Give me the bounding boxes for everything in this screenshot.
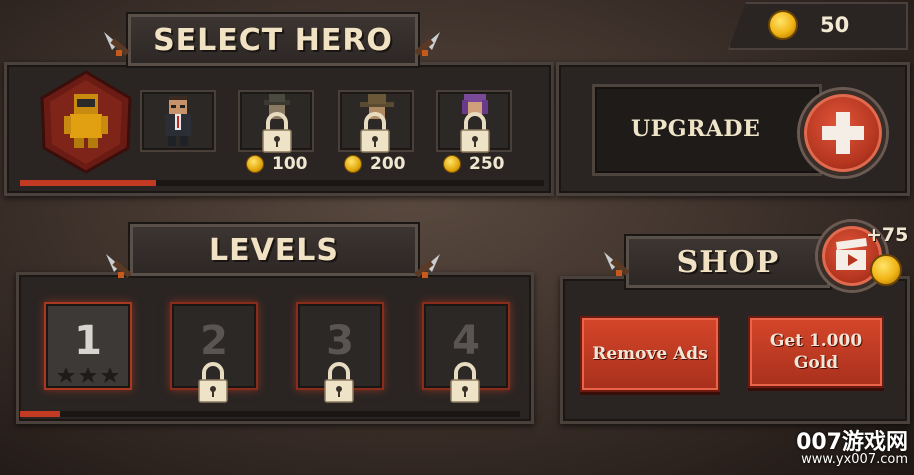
watermark-url: www.yx007.com: [801, 452, 908, 467]
lock-icon: [324, 362, 354, 403]
gold-amount: 50: [820, 13, 850, 37]
hero-price-250: 250: [443, 154, 505, 174]
level-1-button[interactable]: 1: [44, 302, 132, 390]
yellow-suit-hero-icon: [64, 94, 108, 148]
suit-agent-hero-icon: [165, 96, 191, 146]
coin-icon: [443, 155, 461, 173]
lock-icon: [198, 362, 228, 403]
gold-coin-icon: [768, 10, 798, 40]
stars-icon: [57, 367, 119, 383]
upgrade-label: UPGRADE: [631, 116, 761, 142]
lock-icon: [360, 112, 390, 153]
hero-price: 200: [370, 154, 406, 174]
axe-ornament-right: [414, 32, 440, 56]
hero-progress-fill: [20, 180, 157, 186]
levels-progress-bar: [20, 411, 520, 417]
hero-slot-suit-agent[interactable]: [140, 90, 216, 152]
axe-ornament-left: [106, 254, 132, 278]
level-number: 3: [326, 318, 354, 364]
levels-banner: LEVELS: [130, 224, 418, 276]
remove-ads-label: Remove Ads: [592, 344, 708, 364]
select-hero-title: SELECT HERO: [153, 22, 393, 58]
select-hero-banner: SELECT HERO: [128, 14, 418, 66]
hero-price-200: 200: [344, 154, 406, 174]
get-gold-button[interactable]: Get 1.000 Gold: [748, 316, 884, 388]
hero-price-100: 100: [246, 154, 308, 174]
hero-progress-bar: [20, 180, 544, 186]
level-number: 1: [74, 318, 102, 364]
gold-counter: 50: [728, 2, 908, 50]
hero-slot-selected[interactable]: [38, 70, 134, 174]
hero-price: 100: [272, 154, 308, 174]
axe-ornament-left: [604, 252, 630, 276]
upgrade-button[interactable]: [800, 90, 886, 176]
level-number: 4: [452, 318, 480, 364]
level-number: 2: [200, 318, 228, 364]
lock-icon: [450, 362, 480, 403]
axe-ornament-right: [414, 254, 440, 278]
shop-title: SHOP: [676, 244, 780, 280]
reward-coin-icon: [870, 254, 902, 286]
plus-icon: [822, 112, 864, 154]
lock-icon: [460, 112, 490, 153]
coin-icon: [344, 155, 362, 173]
lock-icon: [262, 112, 292, 153]
levels-title: LEVELS: [208, 232, 340, 268]
video-reward: +75: [866, 224, 909, 246]
remove-ads-button[interactable]: Remove Ads: [580, 316, 720, 392]
shop-banner: SHOP: [626, 236, 830, 288]
upgrade-button-frame[interactable]: UPGRADE: [592, 84, 822, 176]
get-gold-label: Get 1.000 Gold: [769, 331, 863, 373]
axe-ornament-left: [104, 32, 130, 56]
coin-icon: [246, 155, 264, 173]
hero-price: 250: [469, 154, 505, 174]
levels-progress-fill: [20, 411, 60, 417]
